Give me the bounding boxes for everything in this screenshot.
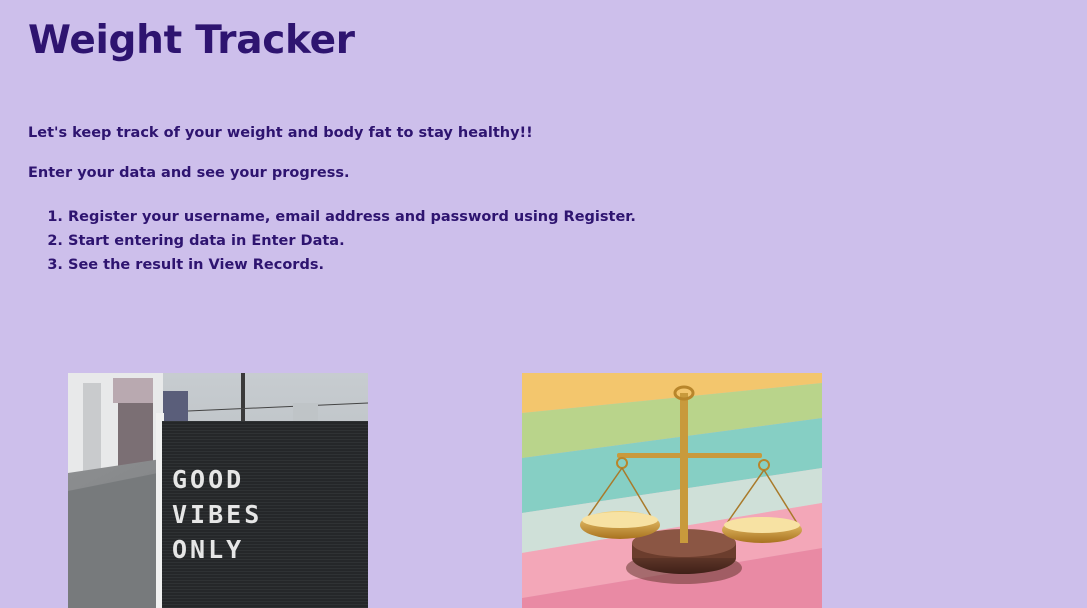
good-vibes-photo: GOOD VIBES ONLY bbox=[68, 373, 368, 608]
sign-line-good: GOOD bbox=[172, 465, 244, 494]
balance-scale-photo bbox=[522, 373, 822, 608]
intro-text: Let's keep track of your weight and body… bbox=[28, 125, 533, 141]
sign-line-vibes: VIBES bbox=[172, 500, 262, 529]
step-item-enter-data: Start entering data in Enter Data. bbox=[68, 229, 636, 253]
step-item-view-records: See the result in View Records. bbox=[68, 253, 636, 277]
letterboard-photo-icon: GOOD VIBES ONLY bbox=[68, 373, 368, 608]
step-item-register: Register your username, email address an… bbox=[68, 205, 636, 229]
sign-line-only: ONLY bbox=[172, 535, 244, 564]
instructions-text: Enter your data and see your progress. bbox=[28, 165, 350, 181]
steps-list: Register your username, email address an… bbox=[28, 205, 636, 277]
balance-scale-photo-icon bbox=[522, 373, 822, 608]
page-title: Weight Tracker bbox=[28, 18, 355, 63]
